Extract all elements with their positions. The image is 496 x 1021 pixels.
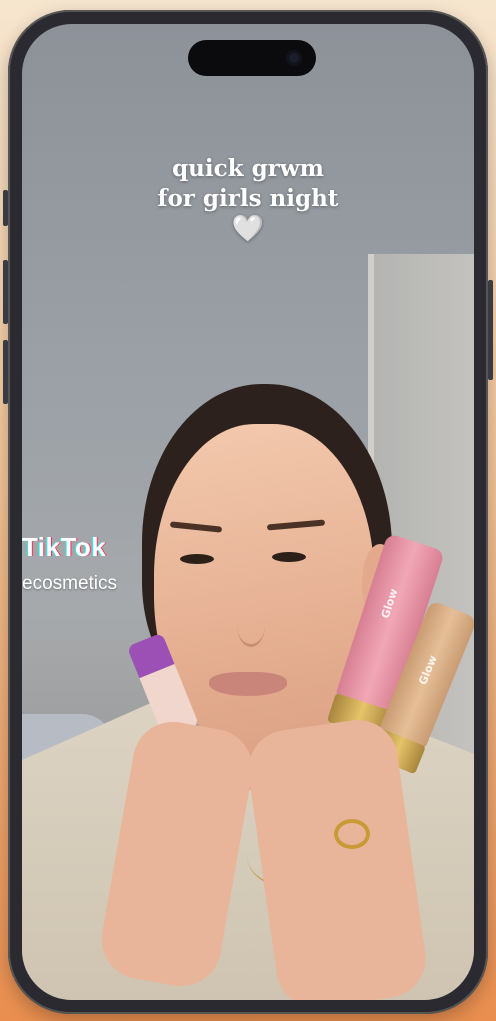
video-caption: quick grwm for girls night 🤍 [22,154,474,244]
gold-ring [334,819,370,849]
pink-tube-label: Glow [378,586,401,621]
lips [209,672,287,696]
caption-line-2: for girls night [157,185,339,212]
left-eye [180,554,214,564]
tan-tube-label: Glow [416,653,440,687]
right-eye [272,552,306,562]
mute-switch [3,190,8,226]
dynamic-island [188,40,316,76]
caption-line-1: quick grwm [172,155,324,182]
heart-icon: 🤍 [231,214,265,244]
power-button [488,280,493,380]
front-camera-icon [286,50,302,66]
creator-handle: ecosmetics [22,573,118,594]
tiktok-watermark: TikTok ecosmetics [22,532,117,595]
nose [237,604,265,647]
volume-up-button [3,260,8,324]
volume-down-button [3,340,8,404]
video-screen[interactable]: Glow Glow quick grwm for girls night 🤍 T… [22,24,474,1000]
phone-frame: Glow Glow quick grwm for girls night 🤍 T… [3,10,493,1014]
tiktok-logo: TikTok [22,532,107,562]
